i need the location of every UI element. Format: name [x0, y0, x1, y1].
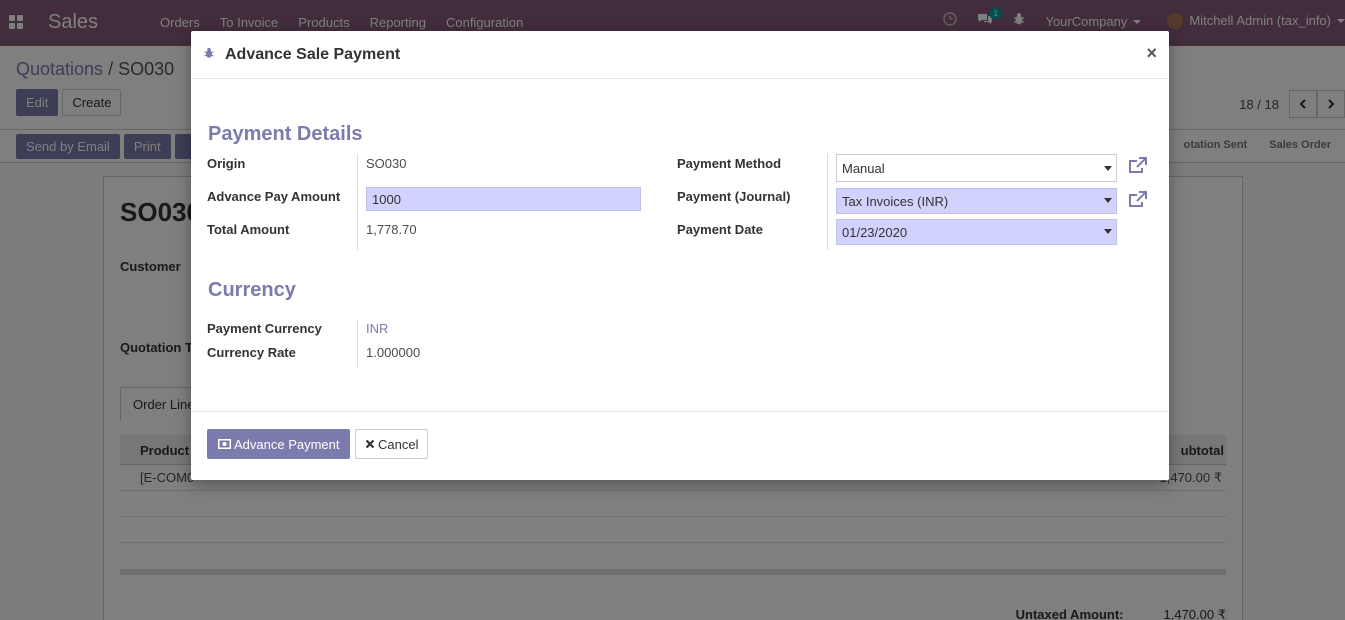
- origin-value: SO030: [366, 156, 407, 171]
- advance-payment-dialog: Advance Sale Payment × Payment Details O…: [191, 31, 1169, 480]
- payment-journal-label: Payment (Journal): [677, 189, 791, 204]
- external-link-icon[interactable]: [1128, 157, 1148, 177]
- left-group-separator: [357, 154, 358, 250]
- dropdown-caret-icon: [1104, 229, 1112, 234]
- total-amount-value: 1,778.70: [366, 222, 417, 237]
- modal-header: Advance Sale Payment ×: [191, 31, 1169, 79]
- advance-payment-button[interactable]: Advance Payment: [207, 429, 350, 459]
- payment-journal-value: Tax Invoices (INR): [842, 194, 949, 209]
- payment-date-label: Payment Date: [677, 222, 763, 237]
- currency-rate-label: Currency Rate: [207, 345, 296, 360]
- advance-payment-label: Advance Payment: [234, 436, 340, 452]
- dropdown-caret-icon: [1104, 198, 1112, 203]
- modal-footer: Advance Payment Cancel: [191, 411, 1169, 480]
- cancel-button[interactable]: Cancel: [355, 429, 429, 459]
- origin-label: Origin: [207, 156, 246, 171]
- right-group-separator: [827, 154, 828, 250]
- payment-details-title: Payment Details: [208, 123, 363, 145]
- payment-method-select[interactable]: Manual: [836, 154, 1117, 182]
- payment-date-value: 01/23/2020: [842, 225, 908, 240]
- advance-pay-amount-input[interactable]: 1000: [366, 187, 641, 211]
- payment-currency-label: Payment Currency: [207, 321, 322, 336]
- advance-pay-amount-label: Advance Pay Amount: [207, 189, 341, 204]
- money-icon: [218, 437, 231, 452]
- close-icon[interactable]: ×: [1146, 43, 1157, 64]
- payment-date-picker[interactable]: 01/23/2020: [836, 219, 1117, 245]
- currency-rate-value: 1.000000: [366, 345, 421, 360]
- external-link-icon[interactable]: [1128, 191, 1148, 211]
- currency-title: Currency: [208, 279, 296, 301]
- dropdown-caret-icon: [1104, 166, 1112, 171]
- modal-title: Advance Sale Payment: [225, 46, 401, 63]
- payment-method-label: Payment Method: [677, 156, 782, 171]
- close-icon: [365, 437, 375, 452]
- payment-currency-link[interactable]: INR: [366, 321, 388, 336]
- currency-group-separator: [357, 319, 358, 367]
- total-amount-label: Total Amount: [207, 222, 290, 237]
- cancel-label: Cancel: [378, 436, 419, 452]
- payment-journal-select[interactable]: Tax Invoices (INR): [836, 188, 1117, 214]
- payment-method-value: Manual: [842, 161, 885, 176]
- debug-bug-icon: [203, 47, 215, 59]
